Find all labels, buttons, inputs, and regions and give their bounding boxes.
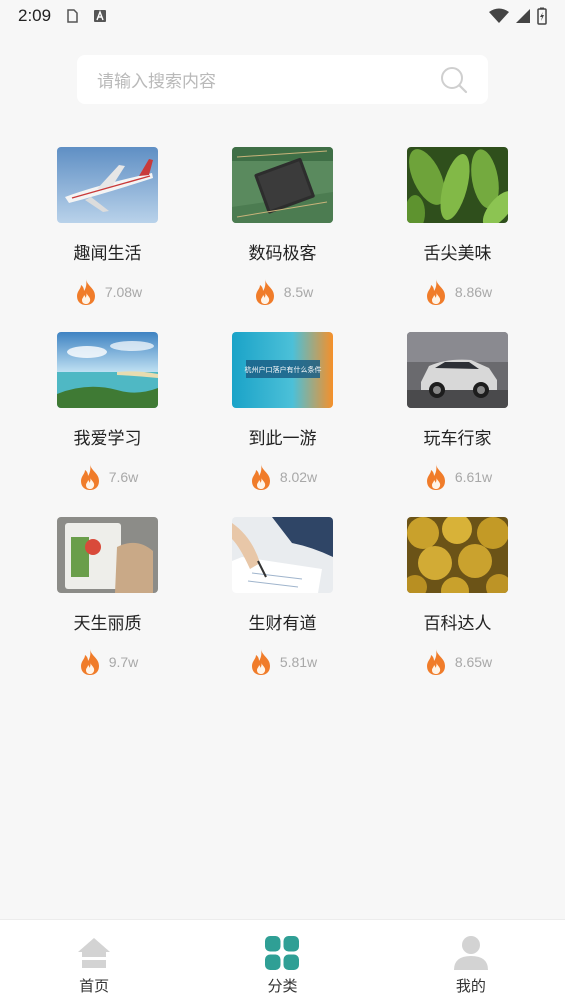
user-icon [453,936,488,970]
heat-row: 6.61w [423,462,492,492]
status-time: 2:09 [18,6,52,25]
category-item[interactable]: 我爱学习 7.6w [20,332,195,492]
heat-row: 9.7w [77,647,139,677]
category-title: 趣闻生活 [73,244,142,264]
heat-row: 8.02w [248,462,317,492]
heat-row: 7.08w [73,277,142,307]
heat-count: 7.08w [104,284,143,300]
fire-icon [251,464,270,490]
fire-icon [426,464,445,490]
signal-icon [516,9,530,23]
heat-row: 7.6w [77,462,139,492]
status-indicators [489,7,547,25]
category-item[interactable]: 百科达人 8.65w [370,517,545,677]
category-item[interactable]: 数码极客 8.5w [195,147,370,307]
fire-icon [251,649,270,675]
category-thumbnail [407,147,508,223]
heat-row: 8.65w [423,647,492,677]
heat-row: 8.5w [252,277,314,307]
category-item[interactable]: 杭州户口落户有什么条件 到此一游 8.02w [195,332,370,492]
category-thumbnail [407,517,508,593]
home-icon [78,938,111,968]
category-item[interactable]: 天生丽质 9.7w [20,517,195,677]
category-title: 天生丽质 [73,614,142,634]
search-input[interactable]: 请输入搜索内容 [77,55,488,104]
nav-label: 我的 [455,977,486,995]
category-item[interactable]: 趣闻生活 7.08w [20,147,195,307]
status-bar: 2:09 [0,0,565,32]
category-title: 我爱学习 [73,429,142,449]
heat-count: 7.6w [108,469,139,485]
category-thumbnail [57,517,158,593]
heat-count: 8.5w [283,284,314,300]
fire-icon [76,279,95,305]
category-title: 玩车行家 [423,429,492,449]
fire-icon [255,279,274,305]
fire-icon [426,649,445,675]
heat-count: 9.7w [108,654,139,670]
grid-icon [265,936,300,970]
nav-item-category[interactable]: 分类 [188,920,376,1004]
heat-count: 6.61w [454,469,493,485]
text-a-icon [94,10,107,22]
fire-icon [80,464,99,490]
heat-count: 8.65w [454,654,493,670]
category-item[interactable]: 玩车行家 6.61w [370,332,545,492]
fire-icon [80,649,99,675]
heat-count: 5.81w [279,654,318,670]
heat-row: 5.81w [248,647,317,677]
category-thumbnail [407,332,508,408]
heat-row: 8.86w [423,277,492,307]
category-thumbnail [232,517,333,593]
category-thumbnail [57,147,158,223]
nav-item-profile[interactable]: 我的 [377,920,565,1004]
wifi-icon [489,8,509,23]
category-title: 百科达人 [423,614,492,634]
category-thumbnail [57,332,158,408]
heat-count: 8.02w [279,469,318,485]
heat-count: 8.86w [454,284,493,300]
bottom-nav: 首页 分类 我的 [0,919,565,1004]
nav-item-home[interactable]: 首页 [0,920,188,1004]
nav-label: 首页 [79,977,110,995]
category-item[interactable]: 舌尖美味 8.86w [370,147,545,307]
search-icon[interactable] [440,66,468,94]
category-title: 到此一游 [248,429,317,449]
category-thumbnail: 杭州户口落户有什么条件 [232,332,333,408]
search-placeholder: 请输入搜索内容 [97,72,216,92]
category-title: 数码极客 [248,244,317,264]
fire-icon [426,279,445,305]
category-thumbnail [232,147,333,223]
battery-icon [537,7,547,25]
thumbnail-banner-text: 杭州户口落户有什么条件 [245,365,322,374]
category-title: 舌尖美味 [423,244,492,264]
category-title: 生财有道 [248,614,317,634]
category-item[interactable]: 生财有道 5.81w [195,517,370,677]
sim-card-icon [67,9,78,23]
nav-label: 分类 [267,977,298,995]
